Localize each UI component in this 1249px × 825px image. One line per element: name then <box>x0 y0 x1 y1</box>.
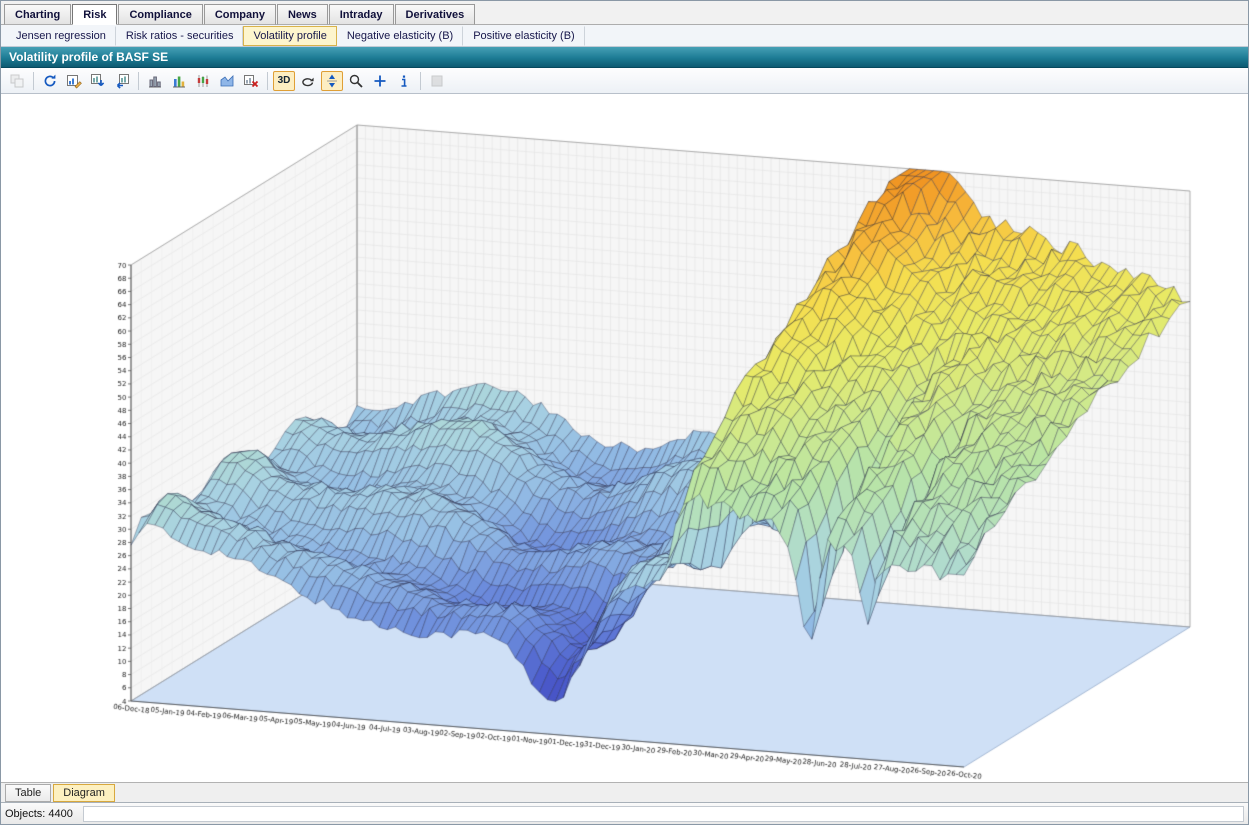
sub-tab[interactable]: Volatility profile <box>243 26 336 46</box>
copy-view-icon <box>6 71 28 91</box>
main-tab-bar: ChartingRiskComplianceCompanyNewsIntrada… <box>1 1 1248 25</box>
rotate-3d-icon[interactable] <box>297 71 319 91</box>
area-chart-icon[interactable] <box>216 71 238 91</box>
view-tab-bar: TableDiagram <box>1 782 1248 802</box>
chart-toolbar: 3D <box>1 68 1248 94</box>
toolbar-separator <box>267 72 268 90</box>
toolbar-separator <box>420 72 421 90</box>
main-tab[interactable]: Derivatives <box>395 4 476 25</box>
add-series-icon[interactable] <box>369 71 391 91</box>
main-tab[interactable]: Charting <box>4 4 71 25</box>
sub-tab[interactable]: Risk ratios - securities <box>116 26 244 46</box>
main-tab[interactable]: Company <box>204 4 276 25</box>
main-tab[interactable]: Intraday <box>329 4 394 25</box>
view-tab[interactable]: Diagram <box>53 784 115 802</box>
volatility-surface-canvas[interactable] <box>1 94 1248 782</box>
main-tab[interactable]: Risk <box>72 4 117 25</box>
refresh-icon[interactable] <box>39 71 61 91</box>
import-chart-icon[interactable] <box>111 71 133 91</box>
zoom-mode-icon[interactable] <box>345 71 367 91</box>
delete-chart-icon[interactable] <box>240 71 262 91</box>
3d-toggle-label: 3D <box>278 75 291 86</box>
3d-toggle-button[interactable]: 3D <box>273 71 295 91</box>
main-tab[interactable]: News <box>277 4 328 25</box>
sub-tab[interactable]: Jensen regression <box>6 26 116 46</box>
status-message-field <box>83 806 1244 822</box>
candle-chart-icon[interactable] <box>192 71 214 91</box>
chart-area <box>1 94 1248 782</box>
chart-settings-icon[interactable] <box>63 71 85 91</box>
main-tab[interactable]: Compliance <box>118 4 202 25</box>
panel-title: Volatility profile of BASF SE <box>1 47 1248 68</box>
export-down-icon[interactable] <box>87 71 109 91</box>
toolbar-separator <box>138 72 139 90</box>
status-bar: Objects: 4400 <box>1 802 1248 824</box>
scale-toggle-button[interactable] <box>321 71 343 91</box>
snapshot-icon <box>426 71 448 91</box>
toolbar-separator <box>33 72 34 90</box>
sub-tab[interactable]: Negative elasticity (B) <box>337 26 463 46</box>
objects-count: Objects: 4400 <box>5 808 73 820</box>
stacked-chart-icon[interactable] <box>168 71 190 91</box>
sub-tab-bar: Jensen regressionRisk ratios - securitie… <box>1 25 1248 47</box>
bar-chart-icon[interactable] <box>144 71 166 91</box>
chart-info-icon[interactable] <box>393 71 415 91</box>
sub-tab[interactable]: Positive elasticity (B) <box>463 26 584 46</box>
app-window: ChartingRiskComplianceCompanyNewsIntrada… <box>0 0 1249 825</box>
view-tab[interactable]: Table <box>5 784 51 802</box>
